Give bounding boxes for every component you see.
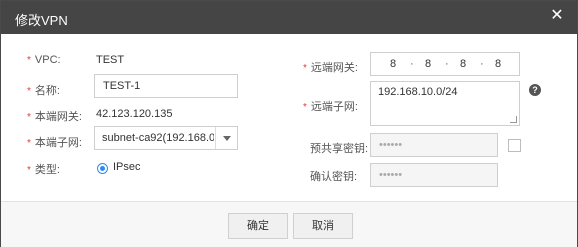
show-psk-checkbox[interactable] [508,139,521,152]
local-subnet-value: subnet-ca92(192.168.0. ... [102,132,214,144]
cancel-button[interactable]: 取消 [293,213,353,239]
vpn-edit-dialog: 修改VPN ✕ * VPC: TEST * 名称: TEST-1 * 本端网关: 42… [0,0,578,247]
ipsec-radio[interactable] [97,163,108,174]
remote-subnet-label: * 远端子网: [303,101,358,113]
local-gateway-value: 42.123.120.135 [96,108,173,120]
dialog-footer: 确定 取消 [1,201,577,247]
vpc-label: * VPC: [27,54,61,66]
ip-octet-3[interactable]: 8 [453,58,473,70]
confirm-psk-input[interactable]: •••••• [370,163,498,187]
local-subnet-select[interactable]: subnet-ca92(192.168.0. ... [94,126,238,150]
confirm-psk-label: 确认密钥: [310,171,358,183]
remote-subnet-value: 192.168.10.0/24 [378,86,458,98]
ip-dot: · [480,58,484,70]
resize-handle-icon[interactable] [510,116,517,123]
name-input[interactable]: TEST-1 [94,74,238,98]
psk-input[interactable]: •••••• [370,133,498,157]
name-label: * 名称: [27,85,60,97]
chevron-down-icon[interactable] [215,127,237,149]
ip-octet-2[interactable]: 8 [418,58,438,70]
ip-octet-4[interactable]: 8 [488,58,508,70]
remote-gateway-label: * 远端网关: [303,62,358,74]
local-gateway-label: * 本端网关: [27,111,82,123]
ip-dot: · [445,58,449,70]
dialog-titlebar: 修改VPN ✕ [1,1,577,34]
dialog-title: 修改VPN [15,13,68,28]
dialog-body: * VPC: TEST * 名称: TEST-1 * 本端网关: 42.123.120… [1,34,577,201]
ipsec-radio-label: IPsec [113,161,141,173]
remote-subnet-textarea[interactable]: 192.168.10.0/24 [370,81,520,126]
type-label: * 类型: [27,164,60,176]
help-icon[interactable]: ? [529,84,541,96]
local-subnet-label: * 本端子网: [27,137,82,149]
close-icon[interactable]: ✕ [549,8,565,24]
ip-dot: · [410,58,414,70]
remote-gateway-ip-input[interactable]: 8 · 8 · 8 · 8 [370,52,520,76]
confirm-button[interactable]: 确定 [228,213,288,239]
psk-label: 预共享密钥: [310,143,369,155]
ip-octet-1[interactable]: 8 [383,58,403,70]
vpc-value: TEST [96,54,125,66]
